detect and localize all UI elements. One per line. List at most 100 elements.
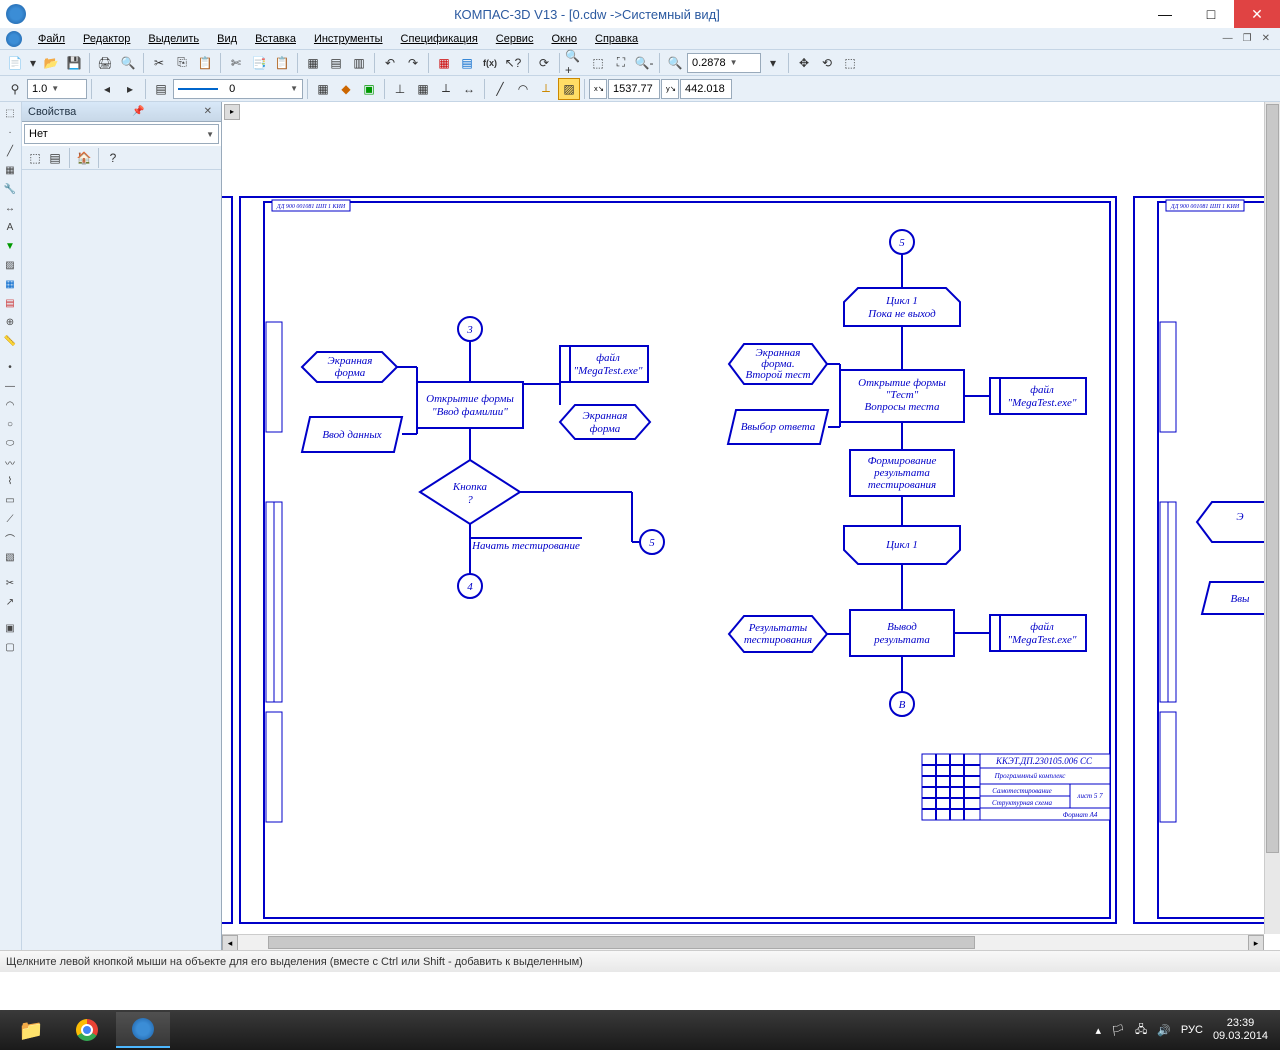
undo-button[interactable]: ↶ xyxy=(379,52,401,74)
cursor-button[interactable]: ↖? xyxy=(502,52,524,74)
snap-c[interactable]: ▣ xyxy=(358,78,380,100)
close-button[interactable]: ✕ xyxy=(1234,0,1280,28)
save-button[interactable]: 💾 xyxy=(63,52,85,74)
copy-button[interactable]: ⎘ xyxy=(171,52,193,74)
tool-table[interactable]: ▦ xyxy=(0,275,20,293)
vertical-scrollbar[interactable] xyxy=(1264,102,1280,934)
tool-meas[interactable]: 📏 xyxy=(0,332,20,350)
menu-file[interactable]: Файл xyxy=(30,31,73,47)
view-a[interactable]: ▣ xyxy=(0,619,20,637)
zoom-in-button[interactable]: 🔍+ xyxy=(564,52,586,74)
panel-btn-b[interactable]: ▤ xyxy=(46,149,64,167)
paste-button[interactable]: 📋 xyxy=(194,52,216,74)
hatch-btn[interactable]: ▨ xyxy=(558,78,580,100)
coord-y-field[interactable]: 442.018 xyxy=(680,79,732,99)
zoom-out-button[interactable]: 🔍- xyxy=(633,52,655,74)
tray-flag-icon[interactable]: 🏳 xyxy=(1111,1024,1125,1037)
line-btn[interactable]: ╱ xyxy=(489,78,511,100)
scroll-right[interactable]: ▸ xyxy=(1248,935,1264,950)
tool-param[interactable]: ⊕ xyxy=(0,313,20,331)
props-button[interactable]: ▦ xyxy=(302,52,324,74)
geom-circle[interactable]: ○ xyxy=(0,415,20,433)
mdi-close[interactable]: ✕ xyxy=(1258,33,1274,44)
task-chrome[interactable] xyxy=(60,1012,114,1048)
geom-line[interactable]: — xyxy=(0,377,20,395)
dim-btn-a[interactable]: ⟂ xyxy=(435,78,457,100)
snap-a[interactable]: ▦ xyxy=(312,78,334,100)
zoom-window-button[interactable]: ⬚ xyxy=(587,52,609,74)
dim-btn-b[interactable]: ↔ xyxy=(458,78,480,100)
menu-service[interactable]: Сервис xyxy=(488,31,542,47)
tray-net-icon[interactable]: 🖧 xyxy=(1135,1021,1147,1040)
tool-text[interactable]: A xyxy=(0,218,20,236)
panel-level-combo[interactable]: Нет▼ xyxy=(24,124,219,144)
menu-help[interactable]: Справка xyxy=(587,31,646,47)
step-btn-a[interactable]: ◂ xyxy=(96,78,118,100)
tool-select[interactable]: ⬚ xyxy=(0,104,20,122)
menu-insert[interactable]: Вставка xyxy=(247,31,304,47)
coord-x-field[interactable]: 1537.77 xyxy=(608,79,660,99)
redraw-button[interactable]: ⬚ xyxy=(839,52,861,74)
new-doc-button[interactable]: 📄 xyxy=(4,52,26,74)
menu-window[interactable]: Окно xyxy=(543,31,585,47)
task-kompas[interactable] xyxy=(116,1012,170,1048)
horizontal-scrollbar[interactable]: ◂ ▸ xyxy=(222,934,1264,950)
task-explorer[interactable]: 📁 xyxy=(4,1012,58,1048)
menu-view[interactable]: Вид xyxy=(209,31,245,47)
geom-polyline[interactable]: ⌇ xyxy=(0,472,20,490)
geom-chamfer[interactable]: ⟋ xyxy=(0,510,20,528)
rotate-button[interactable]: ⟲ xyxy=(816,52,838,74)
new-dropdown[interactable]: ▾ xyxy=(27,52,39,74)
scale-combo[interactable]: 1.0▼ xyxy=(27,79,87,99)
tray-vol-icon[interactable]: 🔊 xyxy=(1157,1024,1171,1037)
zoom-value-combo[interactable]: 0.2878▼ xyxy=(687,53,761,73)
tool-tabl2[interactable]: ▤ xyxy=(0,294,20,312)
panel-btn-c[interactable]: 🏠 xyxy=(75,149,93,167)
menu-spec[interactable]: Спецификация xyxy=(393,31,486,47)
ortho-button[interactable]: ⊥ xyxy=(389,78,411,100)
menu-select[interactable]: Выделить xyxy=(140,31,207,47)
zoom-fit-button[interactable]: ⛶ xyxy=(610,52,632,74)
layers-button[interactable]: ▤ xyxy=(325,52,347,74)
tray-lang[interactable]: РУС xyxy=(1181,1024,1203,1036)
print-button[interactable]: 🖨 xyxy=(94,52,116,74)
redo-button[interactable]: ↷ xyxy=(402,52,424,74)
view-b[interactable]: ▢ xyxy=(0,638,20,656)
copy2-button[interactable]: 📑 xyxy=(248,52,270,74)
tray-up-icon[interactable]: ▴ xyxy=(1095,1024,1101,1037)
grid-button[interactable]: ▦ xyxy=(412,78,434,100)
mdi-minimize[interactable]: — xyxy=(1219,33,1237,44)
tool-wrench[interactable]: 🔧 xyxy=(0,180,20,198)
geom-rect[interactable]: ▭ xyxy=(0,491,20,509)
style-combo[interactable]: 0▼ xyxy=(173,79,303,99)
open-button[interactable]: 📂 xyxy=(40,52,62,74)
geom-fillet[interactable]: ⌒ xyxy=(0,529,20,547)
edit-trim[interactable]: ✂ xyxy=(0,574,20,592)
cut-button[interactable]: ✂ xyxy=(148,52,170,74)
lib2-button[interactable]: ▤ xyxy=(456,52,478,74)
geom-hatch2[interactable]: ▧ xyxy=(0,548,20,566)
fx-button[interactable]: f(x) xyxy=(479,52,501,74)
dim-btn-c[interactable]: ⟂ xyxy=(535,78,557,100)
mdi-restore[interactable]: ❐ xyxy=(1239,33,1256,44)
tool-line[interactable]: ╱ xyxy=(0,142,20,160)
geom-arc[interactable]: ◠ xyxy=(0,396,20,414)
zoom-btn-a[interactable]: ▾ xyxy=(762,52,784,74)
tool-dim[interactable]: ↔ xyxy=(0,199,20,217)
tool-hatch[interactable]: ▨ xyxy=(0,256,20,274)
menu-editor[interactable]: Редактор xyxy=(75,31,138,47)
scroll-left[interactable]: ◂ xyxy=(222,935,238,950)
drawing-canvas[interactable]: ▸ ДД 900 001081 ШП 1 КИИ ДД 900 001081 Ш… xyxy=(222,102,1280,950)
geom-spline[interactable]: 〰 xyxy=(0,453,20,471)
pan-button[interactable]: ✥ xyxy=(793,52,815,74)
maximize-button[interactable]: □ xyxy=(1188,0,1234,28)
panel-pin-icon[interactable]: 📌 xyxy=(129,106,147,117)
tool-grid[interactable]: ▦ xyxy=(0,161,20,179)
step-btn-b[interactable]: ▸ xyxy=(119,78,141,100)
refresh-button[interactable]: ⟳ xyxy=(533,52,555,74)
tray-clock[interactable]: 23:39 09.03.2014 xyxy=(1213,1017,1268,1043)
geom-ellipse[interactable]: ⬭ xyxy=(0,434,20,452)
panel-close-icon[interactable]: ✕ xyxy=(201,106,215,117)
layers2-button[interactable]: ▥ xyxy=(348,52,370,74)
panel-btn-a[interactable]: ⬚ xyxy=(26,149,44,167)
